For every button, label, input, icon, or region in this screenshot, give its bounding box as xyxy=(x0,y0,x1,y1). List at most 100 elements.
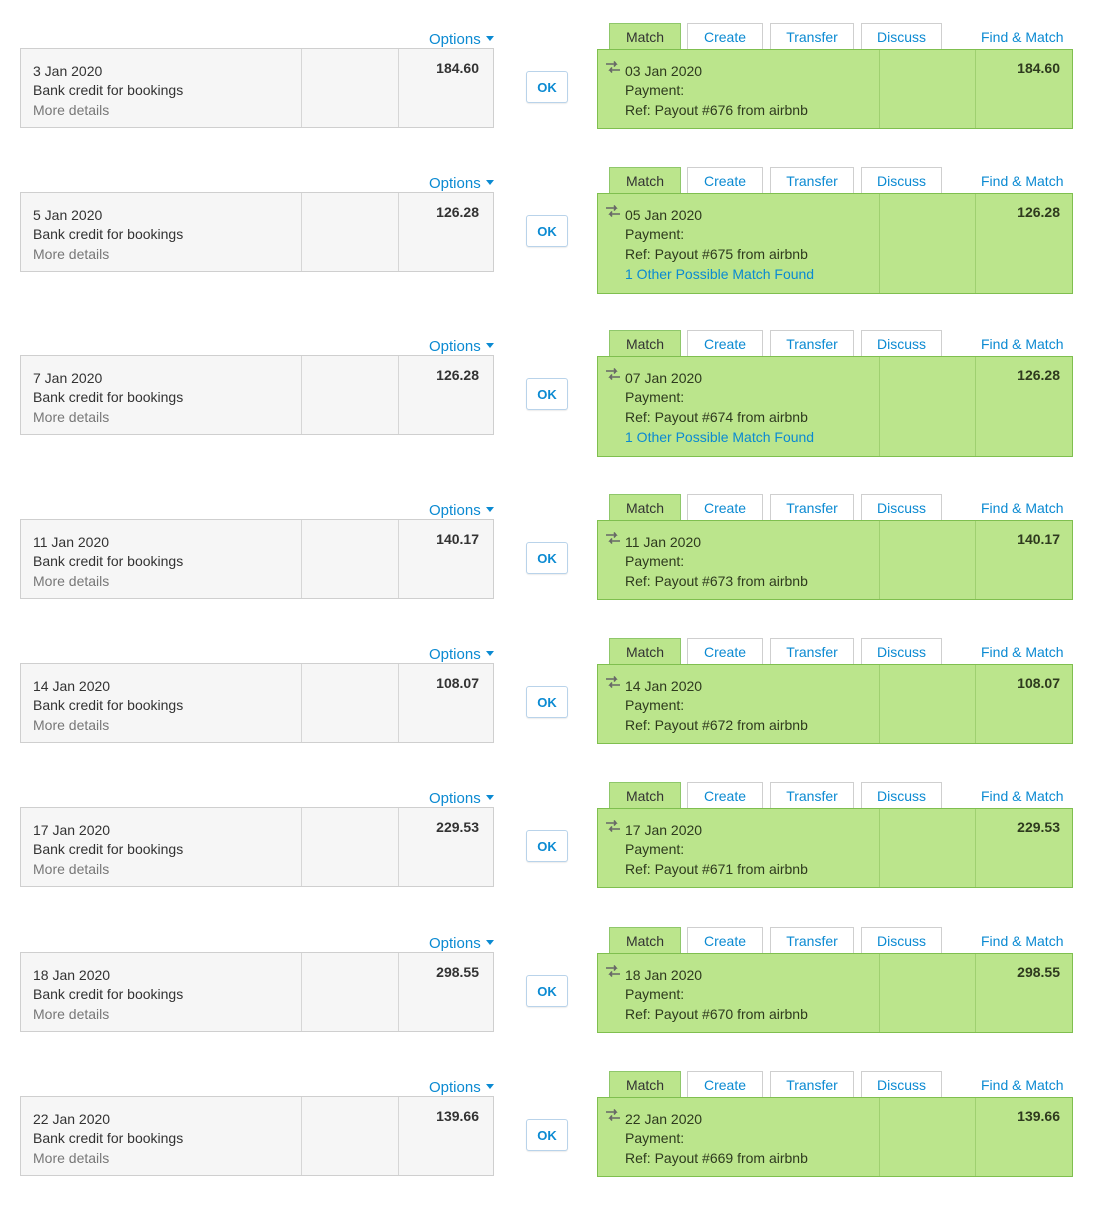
find-and-match-link[interactable]: Find & Match xyxy=(981,1077,1063,1093)
caret-down-icon xyxy=(485,343,494,348)
other-possible-match-link[interactable]: 1 Other Possible Match Found xyxy=(625,266,814,282)
more-details-link[interactable]: More details xyxy=(33,861,109,877)
more-details-link[interactable]: More details xyxy=(33,717,109,733)
tab-discuss[interactable]: Discuss xyxy=(861,638,942,665)
ok-button[interactable]: OK xyxy=(526,542,568,574)
options-menu[interactable]: Options xyxy=(429,935,494,952)
find-and-match-link[interactable]: Find & Match xyxy=(981,336,1063,352)
ok-button[interactable]: OK xyxy=(526,378,568,410)
tab-transfer[interactable]: Transfer xyxy=(770,638,854,665)
match-reference: Ref: Payout #673 from airbnb xyxy=(625,573,808,589)
transfer-arrows-icon xyxy=(606,205,620,217)
match-date: 22 Jan 2020 xyxy=(625,1111,703,1127)
find-and-match-link[interactable]: Find & Match xyxy=(981,29,1063,45)
more-details-link[interactable]: More details xyxy=(33,409,109,425)
ok-button[interactable]: OK xyxy=(526,686,568,718)
more-details-link[interactable]: More details xyxy=(33,102,109,118)
ok-button[interactable]: OK xyxy=(526,1119,568,1151)
tab-match[interactable]: Match xyxy=(609,638,681,666)
match-panel: 18 Jan 2020 Payment: Ref: Payout #670 fr… xyxy=(597,953,1073,1033)
match-reference: Ref: Payout #671 from airbnb xyxy=(625,861,808,877)
tab-create[interactable]: Create xyxy=(687,23,763,50)
tab-create[interactable]: Create xyxy=(687,638,763,665)
tab-create[interactable]: Create xyxy=(687,167,763,194)
tab-match[interactable]: Match xyxy=(609,782,681,810)
tab-create[interactable]: Create xyxy=(687,330,763,357)
caret-down-icon xyxy=(485,507,494,512)
options-menu[interactable]: Options xyxy=(429,31,494,48)
caret-down-icon xyxy=(485,36,494,41)
options-menu[interactable]: Options xyxy=(429,338,494,355)
tab-create[interactable]: Create xyxy=(687,494,763,521)
options-menu[interactable]: Options xyxy=(429,175,494,192)
tab-match[interactable]: Match xyxy=(609,330,681,358)
tab-discuss[interactable]: Discuss xyxy=(861,494,942,521)
match-payment-label: Payment: xyxy=(625,697,685,713)
options-menu[interactable]: Options xyxy=(429,646,494,663)
options-menu[interactable]: Options xyxy=(429,502,494,519)
tab-transfer[interactable]: Transfer xyxy=(770,1071,854,1098)
statement-amount: 108.07 xyxy=(436,675,479,691)
more-details-link[interactable]: More details xyxy=(33,246,109,262)
ok-button[interactable]: OK xyxy=(526,830,568,862)
tab-discuss[interactable]: Discuss xyxy=(861,330,942,357)
options-menu[interactable]: Options xyxy=(429,1079,494,1096)
tab-transfer[interactable]: Transfer xyxy=(770,494,854,521)
ok-button[interactable]: OK xyxy=(526,975,568,1007)
match-reference: Ref: Payout #672 from airbnb xyxy=(625,717,808,733)
more-details-link[interactable]: More details xyxy=(33,573,109,589)
tab-transfer[interactable]: Transfer xyxy=(770,330,854,357)
tab-transfer[interactable]: Transfer xyxy=(770,23,854,50)
transfer-arrows-icon xyxy=(606,61,620,73)
statement-details-cell: 11 Jan 2020 Bank credit for bookings Mor… xyxy=(21,520,302,598)
match-details-cell: 05 Jan 2020 Payment: Ref: Payout #675 fr… xyxy=(598,194,880,293)
statement-spent-cell xyxy=(302,664,399,742)
tab-discuss[interactable]: Discuss xyxy=(861,23,942,50)
statement-line: 14 Jan 2020 Bank credit for bookings Mor… xyxy=(20,663,494,743)
find-and-match-link[interactable]: Find & Match xyxy=(981,933,1063,949)
statement-date: 18 Jan 2020 xyxy=(33,967,111,983)
statement-received-cell: 139.66 xyxy=(399,1097,493,1175)
match-date: 07 Jan 2020 xyxy=(625,370,703,386)
match-spent-cell xyxy=(880,665,976,743)
match-details-cell: 14 Jan 2020 Payment: Ref: Payout #672 fr… xyxy=(598,665,880,743)
tab-match[interactable]: Match xyxy=(609,23,681,51)
statement-received-cell: 126.28 xyxy=(399,193,493,271)
other-possible-match-link[interactable]: 1 Other Possible Match Found xyxy=(625,429,814,445)
statement-spent-cell xyxy=(302,193,399,271)
tab-discuss[interactable]: Discuss xyxy=(861,1071,942,1098)
match-date: 17 Jan 2020 xyxy=(625,822,703,838)
statement-details-cell: 17 Jan 2020 Bank credit for bookings Mor… xyxy=(21,808,302,886)
tab-discuss[interactable]: Discuss xyxy=(861,167,942,194)
ok-button[interactable]: OK xyxy=(526,71,568,103)
tab-transfer[interactable]: Transfer xyxy=(770,167,854,194)
tab-create[interactable]: Create xyxy=(687,782,763,809)
tab-transfer[interactable]: Transfer xyxy=(770,927,854,954)
more-details-link[interactable]: More details xyxy=(33,1006,109,1022)
find-and-match-link[interactable]: Find & Match xyxy=(981,173,1063,189)
tab-discuss[interactable]: Discuss xyxy=(861,927,942,954)
caret-down-icon xyxy=(485,651,494,656)
tab-match[interactable]: Match xyxy=(609,494,681,522)
options-menu[interactable]: Options xyxy=(429,790,494,807)
find-and-match-link[interactable]: Find & Match xyxy=(981,644,1063,660)
tab-discuss[interactable]: Discuss xyxy=(861,782,942,809)
tab-create[interactable]: Create xyxy=(687,1071,763,1098)
tab-transfer[interactable]: Transfer xyxy=(770,782,854,809)
statement-description: Bank credit for bookings xyxy=(33,553,184,569)
tab-match[interactable]: Match xyxy=(609,1071,681,1099)
statement-spent-cell xyxy=(302,808,399,886)
tab-create[interactable]: Create xyxy=(687,927,763,954)
reconcile-row: Options 18 Jan 2020 Bank credit for book… xyxy=(0,927,1095,1065)
match-details-cell: 03 Jan 2020 Payment: Ref: Payout #676 fr… xyxy=(598,50,880,128)
statement-description: Bank credit for bookings xyxy=(33,697,184,713)
tab-match[interactable]: Match xyxy=(609,167,681,195)
find-and-match-link[interactable]: Find & Match xyxy=(981,500,1063,516)
more-details-link[interactable]: More details xyxy=(33,1150,109,1166)
match-date: 11 Jan 2020 xyxy=(625,534,702,550)
find-and-match-link[interactable]: Find & Match xyxy=(981,788,1063,804)
statement-description: Bank credit for bookings xyxy=(33,841,184,857)
match-reference: Ref: Payout #675 from airbnb xyxy=(625,246,808,262)
ok-button[interactable]: OK xyxy=(526,215,568,247)
tab-match[interactable]: Match xyxy=(609,927,681,955)
